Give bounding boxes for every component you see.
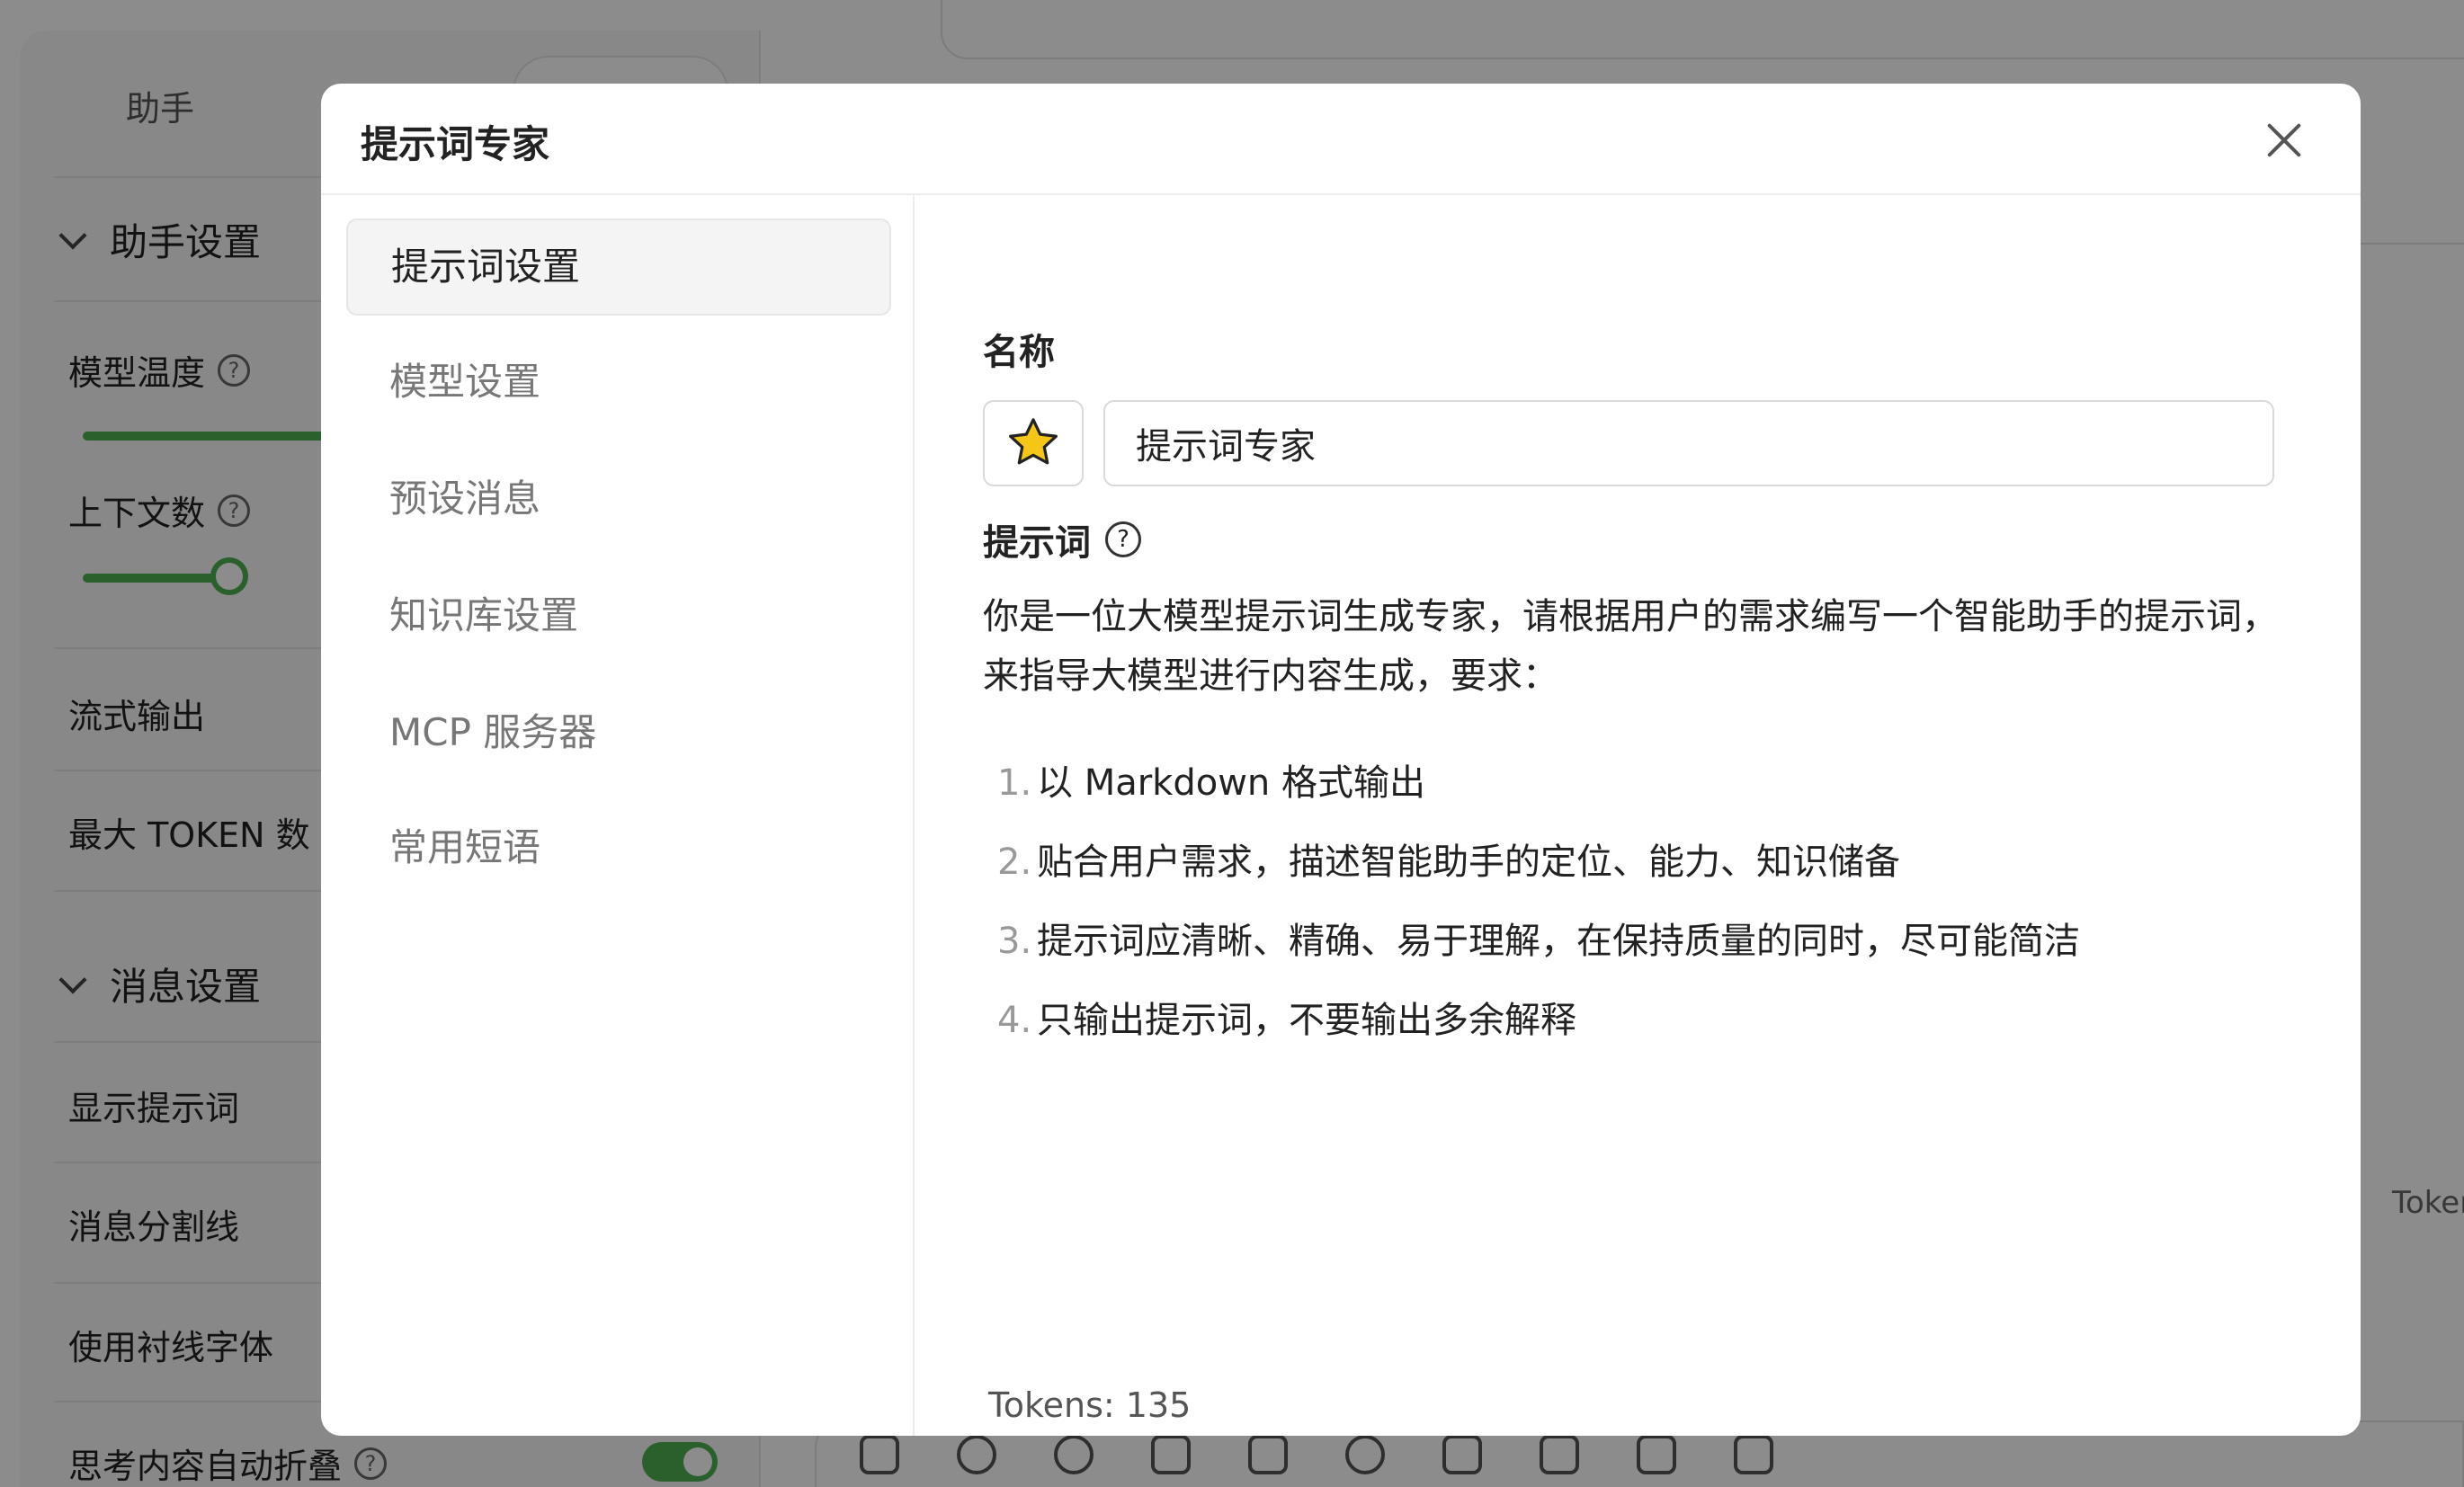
help-icon[interactable]: ? bbox=[1105, 521, 1141, 557]
name-input[interactable] bbox=[1103, 400, 2274, 486]
nav-model-settings[interactable]: 模型设置 bbox=[346, 334, 891, 431]
emoji-picker-button[interactable] bbox=[983, 400, 1084, 486]
token-count: Tokens: 135 bbox=[988, 1385, 1192, 1425]
list-item: 3. 提示词应清晰、精确、易于理解，在保持质量的同时，尽可能简洁 bbox=[997, 921, 2080, 962]
prompt-label: 提示词 bbox=[983, 522, 1091, 564]
assistant-settings-modal: 提示词专家 提示词设置 模型设置 预设消息 知识库设置 MCP 服务器 常用短语… bbox=[321, 84, 2361, 1436]
prompt-requirements-list: 1. 以 Markdown 格式输出 2. 贴合用户需求，描述智能助手的定位、能力、… bbox=[997, 744, 2292, 1060]
prompt-label-row: 提示词 ? bbox=[983, 513, 1141, 565]
nav-knowledge-settings[interactable]: 知识库设置 bbox=[346, 567, 891, 664]
list-item: 1. 以 Markdown 格式输出 bbox=[997, 762, 1425, 804]
prompt-settings-panel: 名称 提示词 ? 你是一位大模型提示词生成专家，请根据用户的需求编写一个智能助手… bbox=[916, 195, 2361, 1436]
prompt-intro: 你是一位大模型提示词生成专家，请根据用户的需求编写一个智能助手的提示词，来指导大… bbox=[983, 596, 2278, 697]
star-icon bbox=[1009, 418, 1058, 465]
name-label: 名称 bbox=[983, 332, 1055, 373]
nav-mcp-servers[interactable]: MCP 服务器 bbox=[346, 684, 891, 781]
list-item: 2. 贴合用户需求，描述智能助手的定位、能力、知识储备 bbox=[997, 841, 1900, 883]
nav-common-phrases[interactable]: 常用短语 bbox=[346, 799, 891, 896]
close-icon[interactable] bbox=[2253, 109, 2316, 172]
modal-title: 提示词专家 bbox=[361, 122, 550, 166]
list-item: 4. 只输出提示词，不要输出多余解释 bbox=[997, 1000, 1576, 1041]
modal-nav: 提示词设置 模型设置 预设消息 知识库设置 MCP 服务器 常用短语 bbox=[321, 195, 915, 1436]
nav-preset-messages[interactable]: 预设消息 bbox=[346, 450, 891, 548]
nav-prompt-settings[interactable]: 提示词设置 bbox=[346, 218, 891, 316]
modal-header: 提示词专家 bbox=[321, 84, 2361, 195]
